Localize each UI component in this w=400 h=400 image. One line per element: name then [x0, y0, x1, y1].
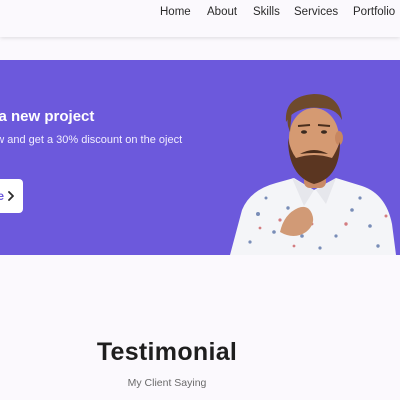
- nav-link-about[interactable]: About: [207, 6, 237, 18]
- main-nav: Home About Skills Services Portfolio: [0, 6, 400, 22]
- chevron-right-icon: [8, 191, 14, 201]
- site-header: Home About Skills Services Portfolio: [0, 0, 400, 37]
- project-banner: e a new project now and get a 30% discou…: [0, 60, 400, 255]
- banner-cta-button[interactable]: e: [0, 179, 23, 213]
- nav-link-skills[interactable]: Skills: [253, 6, 280, 18]
- page: Home About Skills Services Portfolio e a…: [0, 0, 400, 400]
- testimonial-title: Testimonial: [96, 338, 238, 366]
- nav-link-portfolio[interactable]: Portfolio: [353, 6, 395, 18]
- nav-link-home[interactable]: Home: [160, 6, 191, 18]
- nav-link-services[interactable]: Services: [294, 6, 338, 18]
- testimonial-subtitle: My Client Saying: [127, 377, 207, 389]
- person-photo: [230, 94, 396, 255]
- banner-cta-label: e: [0, 189, 4, 203]
- banner-text: now and get a 30% discount on the oject: [0, 134, 183, 146]
- banner-title: e a new project: [0, 108, 95, 125]
